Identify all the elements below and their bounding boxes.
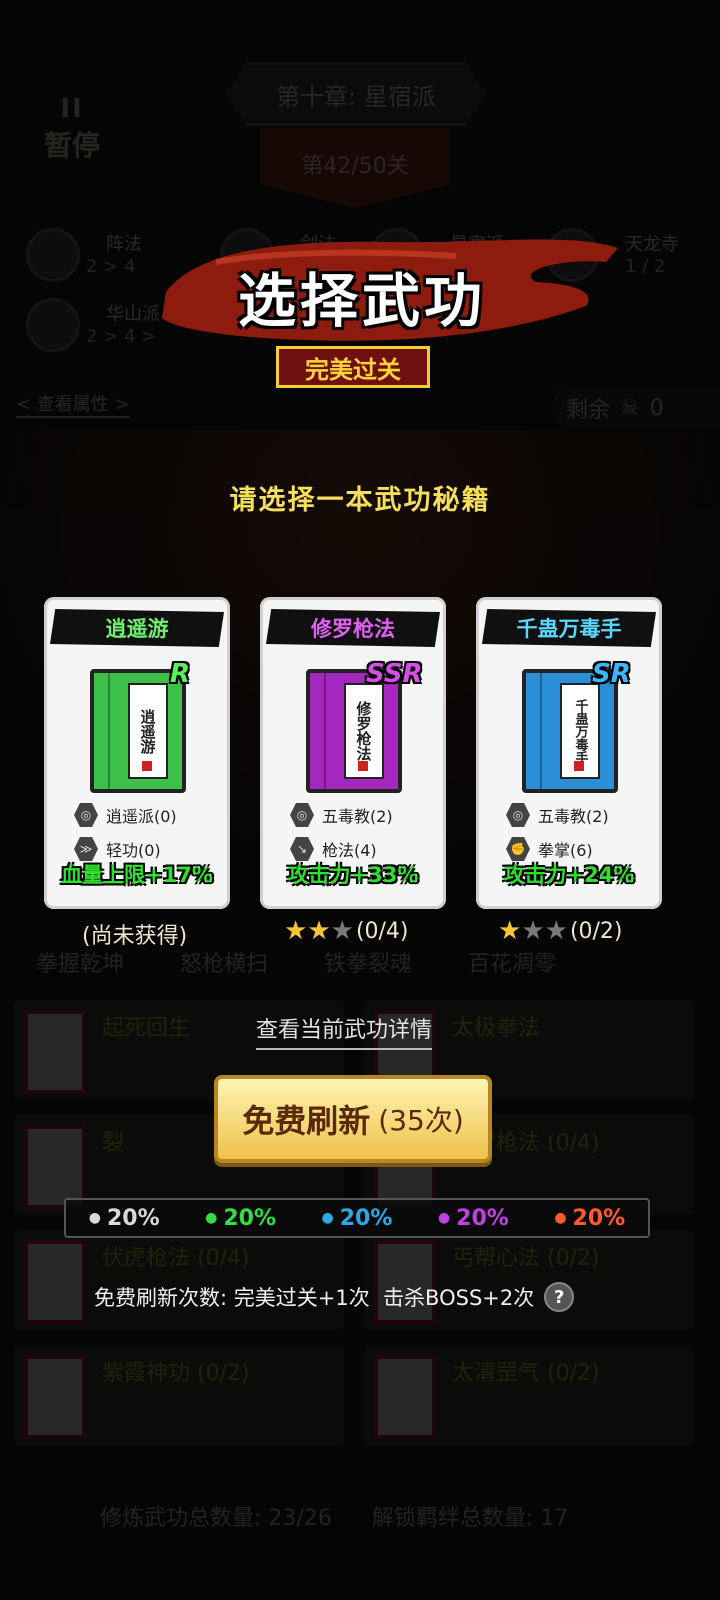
attribute-label: 拳掌(6): [538, 841, 593, 860]
faction-icon: ◎: [290, 803, 314, 827]
modal-title: 选择武功: [237, 267, 486, 335]
star-icon: ★: [284, 916, 308, 946]
probability-item: ● 20%: [554, 1206, 625, 1231]
card-status: ★★★ (0/2): [498, 918, 623, 945]
probability-value: 20%: [572, 1205, 626, 1231]
perfect-clear-badge: 完美过关: [276, 346, 430, 388]
star-icon: ★: [307, 916, 331, 946]
selection-prompt: 请选择一本武功秘籍: [229, 485, 491, 516]
spear-icon: ↘: [290, 837, 314, 861]
seal-icon: [358, 761, 368, 771]
card-name: 千蛊万毒手: [482, 609, 656, 647]
faction-icon: ◎: [74, 803, 98, 827]
star-rating: ★★★: [284, 918, 354, 945]
star-icon: ★: [498, 916, 522, 946]
probability-value: 20%: [223, 1205, 277, 1231]
probability-item: ● 20%: [438, 1206, 509, 1231]
dot-icon: ●: [205, 1210, 218, 1226]
card-status-text: (尚未获得): [82, 924, 188, 949]
card-status-text: (0/2): [569, 919, 623, 944]
refresh-count: (35次): [378, 1104, 464, 1137]
card-attribute: ✊ 拳掌(6): [506, 837, 593, 861]
probability-item: ● 20%: [89, 1206, 160, 1231]
seal-icon: [574, 761, 584, 771]
star-icon: ★: [521, 916, 545, 946]
card-bonus: 攻击力+24%: [503, 863, 635, 887]
attribute-label: 逍遥派(0): [106, 807, 177, 826]
card-attribute: ↘ 枪法(4): [290, 837, 377, 861]
seal-icon: [142, 761, 152, 771]
attribute-label: 五毒教(2): [538, 807, 609, 826]
free-refresh-info: 免费刷新次数: 完美过关+1次 击杀BOSS+2次 ?: [94, 1282, 575, 1312]
rarity-probability-bar: ● 20% ● 20% ● 20% ● 20% ● 20%: [64, 1198, 650, 1238]
probability-value: 20%: [106, 1205, 160, 1231]
probability-item: ● 20%: [322, 1206, 393, 1231]
free-refresh-button[interactable]: 免费刷新 (35次): [214, 1075, 492, 1163]
card-attribute: ◎ 逍遥派(0): [74, 803, 177, 827]
star-icon: ★: [544, 916, 568, 946]
skill-type-icon: ≫: [74, 837, 98, 861]
skill-card-qiangu-wandushou[interactable]: 千蛊万毒手 千蛊万毒手 SR ◎ 五毒教(2) ✊ 拳掌(6) 攻击力+24%: [476, 597, 662, 909]
faction-icon: ◎: [506, 803, 530, 827]
star-icon: ★: [330, 916, 354, 946]
card-bonus: 血量上限+17%: [61, 863, 213, 887]
free-refresh-info-text: 免费刷新次数: 完美过关+1次 击杀BOSS+2次: [94, 1286, 535, 1310]
dot-icon: ●: [321, 1210, 334, 1226]
skill-card-xiuluo-qiangfa[interactable]: 修罗枪法 修罗枪法 SSR ◎ 五毒教(2) ↘ 枪法(4) 攻击力+33%: [260, 597, 446, 909]
rarity-badge: SR: [592, 659, 631, 689]
dot-icon: ●: [554, 1210, 567, 1226]
attribute-label: 五毒教(2): [322, 807, 393, 826]
rarity-badge: R: [170, 659, 191, 689]
help-icon[interactable]: ?: [544, 1282, 575, 1312]
dot-icon: ●: [88, 1210, 101, 1226]
dot-icon: ●: [437, 1210, 451, 1226]
card-attribute: ◎ 五毒教(2): [506, 803, 609, 827]
card-name: 逍遥游: [50, 609, 224, 647]
card-status: (尚未获得): [82, 918, 187, 950]
probability-value: 20%: [456, 1205, 509, 1231]
attribute-label: 轻功(0): [106, 841, 161, 860]
card-attribute: ◎ 五毒教(2): [290, 803, 393, 827]
view-current-skill-details-link[interactable]: 查看当前武功详情: [256, 1012, 433, 1050]
probability-item: ● 20%: [205, 1206, 276, 1231]
skill-card-xiaoyaoyou[interactable]: 逍遥游 逍遥游 R ◎ 逍遥派(0) ≫ 轻功(0) 血量上限+17%: [44, 597, 230, 909]
card-status-text: (0/4): [355, 919, 409, 944]
card-name: 修罗枪法: [266, 609, 440, 647]
card-attribute: ≫ 轻功(0): [74, 837, 161, 861]
fist-icon: ✊: [506, 837, 530, 861]
attribute-label: 枪法(4): [322, 841, 377, 860]
card-status: ★★★ (0/4): [284, 918, 409, 945]
card-bonus: 攻击力+33%: [287, 863, 419, 887]
probability-value: 20%: [339, 1205, 393, 1231]
star-rating: ★★★: [498, 918, 568, 945]
rarity-badge: SSR: [366, 659, 423, 689]
refresh-label: 免费刷新: [242, 1102, 371, 1140]
